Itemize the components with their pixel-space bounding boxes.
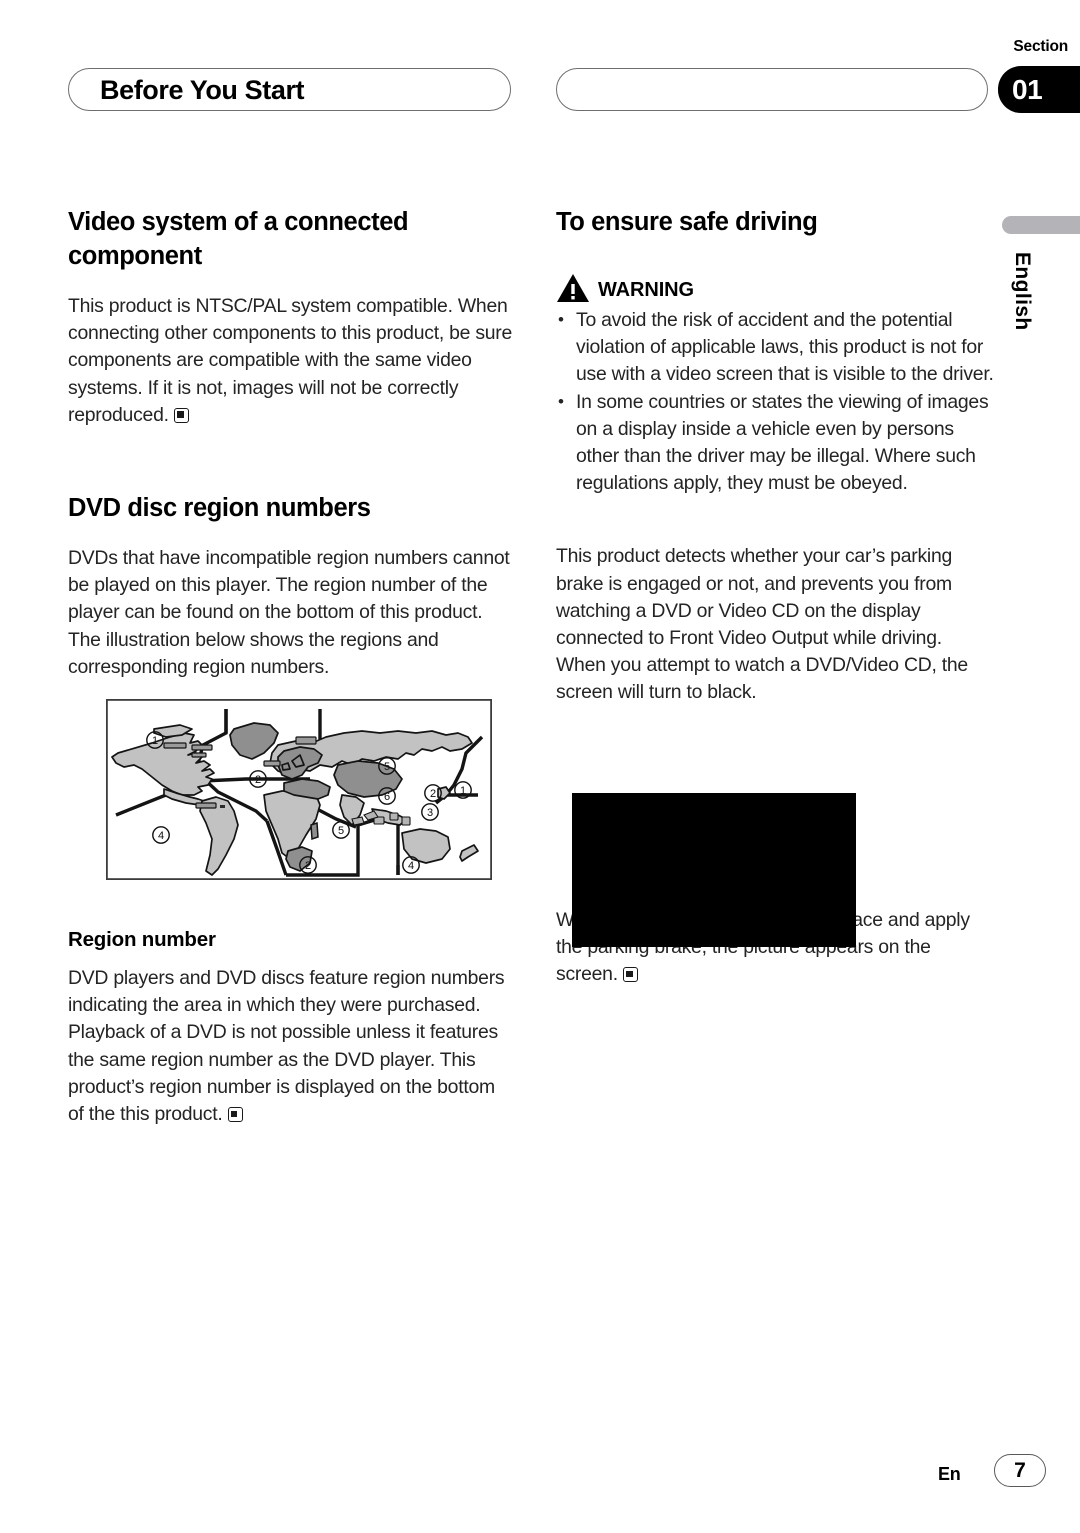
subheading-region-number: Region number bbox=[68, 928, 216, 952]
paragraph-video-system: This product is NTSC/PAL system compatib… bbox=[68, 295, 513, 426]
heading-video-system: Video system of a connected component bbox=[68, 208, 409, 270]
side-tab-language: English bbox=[1011, 252, 1034, 331]
svg-text:2: 2 bbox=[430, 788, 436, 800]
svg-text:3: 3 bbox=[427, 807, 433, 819]
svg-text:1: 1 bbox=[152, 735, 158, 747]
page-number: 7 bbox=[1014, 1459, 1026, 1482]
left-column: Video system of a connected component Th… bbox=[68, 205, 513, 1128]
paragraph-parking-brake: This product detects whether your car’s … bbox=[556, 545, 968, 704]
section-number-tab: 01 bbox=[998, 66, 1080, 113]
world-region-map: 1 2 4 5 6 3 1 2 5 2 4 bbox=[106, 699, 492, 881]
paragraph-region-numbers: DVDs that have incompatible region numbe… bbox=[68, 547, 510, 624]
warning-list: To avoid the risk of accident and the po… bbox=[556, 306, 996, 498]
end-of-section-icon bbox=[622, 967, 638, 983]
end-of-section-icon bbox=[173, 407, 189, 423]
heading-safe-driving: To ensure safe driving bbox=[556, 208, 818, 236]
heading-dvd-region-numbers: DVD disc region numbers bbox=[68, 494, 371, 523]
page-number-pill: 7 bbox=[994, 1454, 1046, 1487]
header-pill-right bbox=[556, 68, 988, 111]
paragraph-illustration-intro: The illustration below shows the regions… bbox=[68, 628, 439, 678]
warning-header: WARNING bbox=[556, 273, 996, 303]
side-tab-bar bbox=[1002, 216, 1080, 234]
section-number: 01 bbox=[1012, 74, 1043, 105]
paragraph-region-number-detail: DVD players and DVD discs feature region… bbox=[68, 967, 505, 1126]
warning-item: To avoid the risk of accident and the po… bbox=[556, 306, 996, 389]
svg-text:5: 5 bbox=[384, 761, 390, 773]
right-column: To ensure safe driving WARNING To avoid … bbox=[556, 205, 996, 988]
svg-text:4: 4 bbox=[408, 860, 414, 872]
footer-language-code: En bbox=[938, 1464, 961, 1484]
section-label: Section bbox=[1013, 38, 1068, 55]
warning-item: In some countries or states the viewing … bbox=[556, 388, 996, 498]
black-screen-figure bbox=[572, 793, 856, 947]
svg-text:1: 1 bbox=[460, 785, 466, 797]
warning-triangle-icon bbox=[557, 274, 589, 302]
page-title: Before You Start bbox=[100, 75, 305, 105]
svg-text:2: 2 bbox=[305, 860, 311, 872]
svg-text:2: 2 bbox=[255, 774, 261, 786]
svg-text:4: 4 bbox=[158, 830, 164, 842]
svg-text:6: 6 bbox=[384, 791, 390, 803]
warning-label: WARNING bbox=[598, 279, 694, 301]
svg-text:5: 5 bbox=[338, 825, 344, 837]
end-of-section-icon bbox=[227, 1107, 243, 1123]
